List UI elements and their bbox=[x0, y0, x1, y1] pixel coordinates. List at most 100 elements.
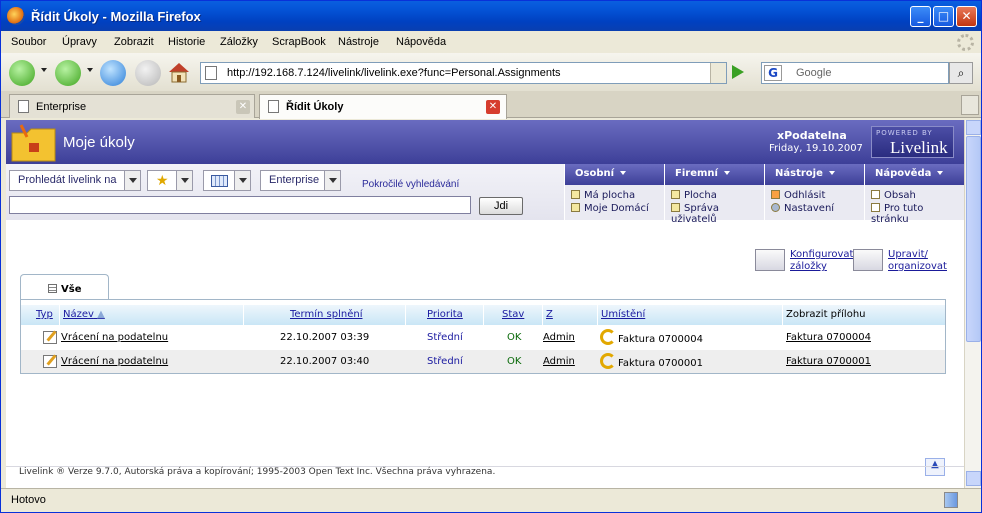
menu-item-plocha[interactable]: Plocha bbox=[671, 190, 717, 201]
menu-zobrazit[interactable]: Zobrazit bbox=[114, 36, 154, 48]
forward-arrow-icon[interactable] bbox=[55, 60, 81, 86]
scroll-thumb[interactable] bbox=[966, 136, 981, 342]
go-button[interactable]: Jdi bbox=[479, 197, 523, 215]
column-divider bbox=[405, 305, 406, 325]
configure-bookmarks-icon[interactable] bbox=[755, 249, 785, 271]
column-divider bbox=[59, 305, 60, 325]
column-header-typ[interactable]: Typ bbox=[36, 309, 53, 320]
task-name-link[interactable]: Vrácení na podatelnu bbox=[61, 356, 168, 367]
menu-nastroje[interactable]: Nástroje bbox=[338, 36, 379, 48]
column-header-umisteni[interactable]: Umístění bbox=[601, 309, 645, 320]
title-bar: Řídit Úkoly - Mozilla Firefox _ □ ✕ bbox=[1, 1, 981, 31]
forward-dropdown-icon[interactable] bbox=[87, 68, 93, 72]
from-user-link[interactable]: Admin bbox=[543, 332, 575, 343]
column-header-nazev[interactable]: Název ▲ bbox=[63, 309, 105, 320]
search-input[interactable] bbox=[9, 196, 471, 214]
page-icon bbox=[18, 100, 29, 113]
stop-icon[interactable] bbox=[135, 60, 161, 86]
tab-close-icon[interactable]: ✕ bbox=[236, 100, 250, 114]
menu-item-pro-tuto-stranku[interactable]: Pro tuto stránku bbox=[871, 203, 964, 225]
url-dropdown-icon[interactable] bbox=[710, 63, 726, 83]
location-select[interactable]: Enterprise bbox=[260, 170, 341, 191]
priority: Střední bbox=[427, 332, 463, 343]
back-arrow-icon[interactable] bbox=[9, 60, 35, 86]
table-row: Vrácení na podatelnu 22.10.2007 03:39 St… bbox=[21, 326, 945, 349]
menu-item-obsah[interactable]: Obsah bbox=[871, 190, 916, 201]
due-date: 22.10.2007 03:40 bbox=[280, 356, 370, 367]
task-icon bbox=[43, 331, 57, 344]
chevron-down-icon[interactable] bbox=[176, 171, 192, 190]
tab-enterprise[interactable]: Enterprise ✕ bbox=[9, 94, 255, 118]
tab-vse[interactable]: Vše bbox=[20, 274, 109, 300]
chevron-down-icon[interactable] bbox=[124, 171, 140, 190]
tab-list-icon[interactable] bbox=[961, 95, 979, 115]
page-content: Moje úkoly xPodatelna Friday, 19.10.2007… bbox=[6, 120, 964, 488]
menu-item-label: Obsah bbox=[884, 190, 916, 201]
back-dropdown-icon[interactable] bbox=[41, 68, 47, 72]
edit-organize-icon[interactable] bbox=[853, 249, 883, 271]
menu-zalozky[interactable]: Záložky bbox=[220, 36, 258, 48]
scroll-up-icon[interactable] bbox=[966, 120, 981, 135]
tab-label: Řídit Úkoly bbox=[286, 101, 344, 113]
copyright-text: Livelink ® Verze 9.7.0, Autorská práva a… bbox=[19, 467, 496, 477]
maximize-button[interactable]: □ bbox=[933, 6, 954, 27]
close-button[interactable]: ✕ bbox=[956, 6, 977, 27]
menu-upravy[interactable]: Úpravy bbox=[62, 36, 97, 48]
column-divider bbox=[243, 305, 244, 325]
calendar-select[interactable] bbox=[203, 170, 251, 191]
menu-item-nastaveni[interactable]: Nastavení bbox=[771, 203, 834, 214]
menu-item-sprava-uzivatelu[interactable]: Správa uživatelů bbox=[671, 203, 764, 225]
users-icon bbox=[671, 203, 680, 212]
menu-firemni: Firemní Plocha Správa uživatelů bbox=[664, 164, 764, 225]
due-date: 22.10.2007 03:39 bbox=[280, 332, 370, 343]
google-icon[interactable]: G bbox=[764, 65, 782, 81]
workflow-icon bbox=[600, 353, 616, 369]
attachment-link[interactable]: Faktura 0700001 bbox=[786, 356, 871, 367]
column-header-priorita[interactable]: Priorita bbox=[427, 309, 463, 320]
attachment-link[interactable]: Faktura 0700004 bbox=[786, 332, 871, 343]
column-divider bbox=[542, 305, 543, 325]
advanced-search-link[interactable]: Pokročilé vyhledávání bbox=[362, 179, 459, 190]
menu-nastroje-title[interactable]: Nástroje bbox=[765, 164, 864, 185]
home-icon[interactable] bbox=[167, 60, 191, 84]
search-engine-field[interactable]: G Google bbox=[761, 62, 949, 84]
reload-icon[interactable] bbox=[100, 60, 126, 86]
tab-close-icon[interactable]: ✕ bbox=[486, 100, 500, 114]
edit-organize-link[interactable]: Upravit/organizovat bbox=[888, 249, 947, 273]
menu-historie[interactable]: Historie bbox=[168, 36, 205, 48]
menu-item-ma-plocha[interactable]: Má plocha bbox=[571, 190, 635, 201]
search-icon[interactable]: ⌕ bbox=[949, 62, 973, 84]
menu-soubor[interactable]: Soubor bbox=[11, 36, 46, 48]
tab-label: Vše bbox=[61, 284, 82, 295]
menu-nastroje-page: Nástroje Odhlásit Nastavení bbox=[764, 164, 864, 220]
column-header-stav[interactable]: Stav bbox=[502, 309, 524, 320]
list-icon bbox=[48, 284, 57, 293]
from-user-link[interactable]: Admin bbox=[543, 356, 575, 367]
url-field[interactable]: http://192.168.7.124/livelink/livelink.e… bbox=[200, 62, 727, 84]
search-scope-select[interactable]: Prohledát livelink na bbox=[9, 170, 141, 191]
menu-firemni-title[interactable]: Firemní bbox=[665, 164, 764, 185]
column-header-z[interactable]: Z bbox=[546, 309, 553, 320]
chevron-down-icon[interactable] bbox=[234, 171, 250, 190]
menu-item-moje-domaci[interactable]: Moje Domácí bbox=[571, 203, 649, 214]
menu-napoveda-title[interactable]: Nápověda bbox=[865, 164, 964, 185]
menu-item-odhlasit[interactable]: Odhlásit bbox=[771, 190, 825, 201]
chevron-down-icon[interactable] bbox=[324, 171, 340, 190]
column-header-termin[interactable]: Termín splnění bbox=[290, 309, 362, 320]
minimize-button[interactable]: _ bbox=[910, 6, 931, 27]
scroll-down-icon[interactable] bbox=[966, 471, 981, 486]
go-icon[interactable] bbox=[732, 65, 744, 79]
throbber-icon bbox=[957, 34, 974, 51]
help-icon bbox=[871, 203, 880, 212]
menu-napoveda[interactable]: Nápověda bbox=[396, 36, 446, 48]
task-name-link[interactable]: Vrácení na podatelnu bbox=[61, 332, 168, 343]
table-header: Typ Název ▲ Termín splnění Priorita Stav… bbox=[21, 305, 945, 325]
tab-ridit-ukoly[interactable]: Řídit Úkoly ✕ bbox=[259, 94, 507, 119]
vertical-scrollbar[interactable] bbox=[964, 120, 981, 488]
menu-item-label: Nastavení bbox=[784, 203, 835, 214]
configure-bookmarks-link[interactable]: Konfigurovat záložky bbox=[790, 249, 853, 273]
column-header-priloha: Zobrazit přílohu bbox=[786, 309, 866, 320]
favorites-select[interactable]: ★ bbox=[147, 170, 193, 191]
menu-scrapbook[interactable]: ScrapBook bbox=[272, 36, 326, 48]
menu-osobni-title[interactable]: Osobní bbox=[565, 164, 664, 185]
